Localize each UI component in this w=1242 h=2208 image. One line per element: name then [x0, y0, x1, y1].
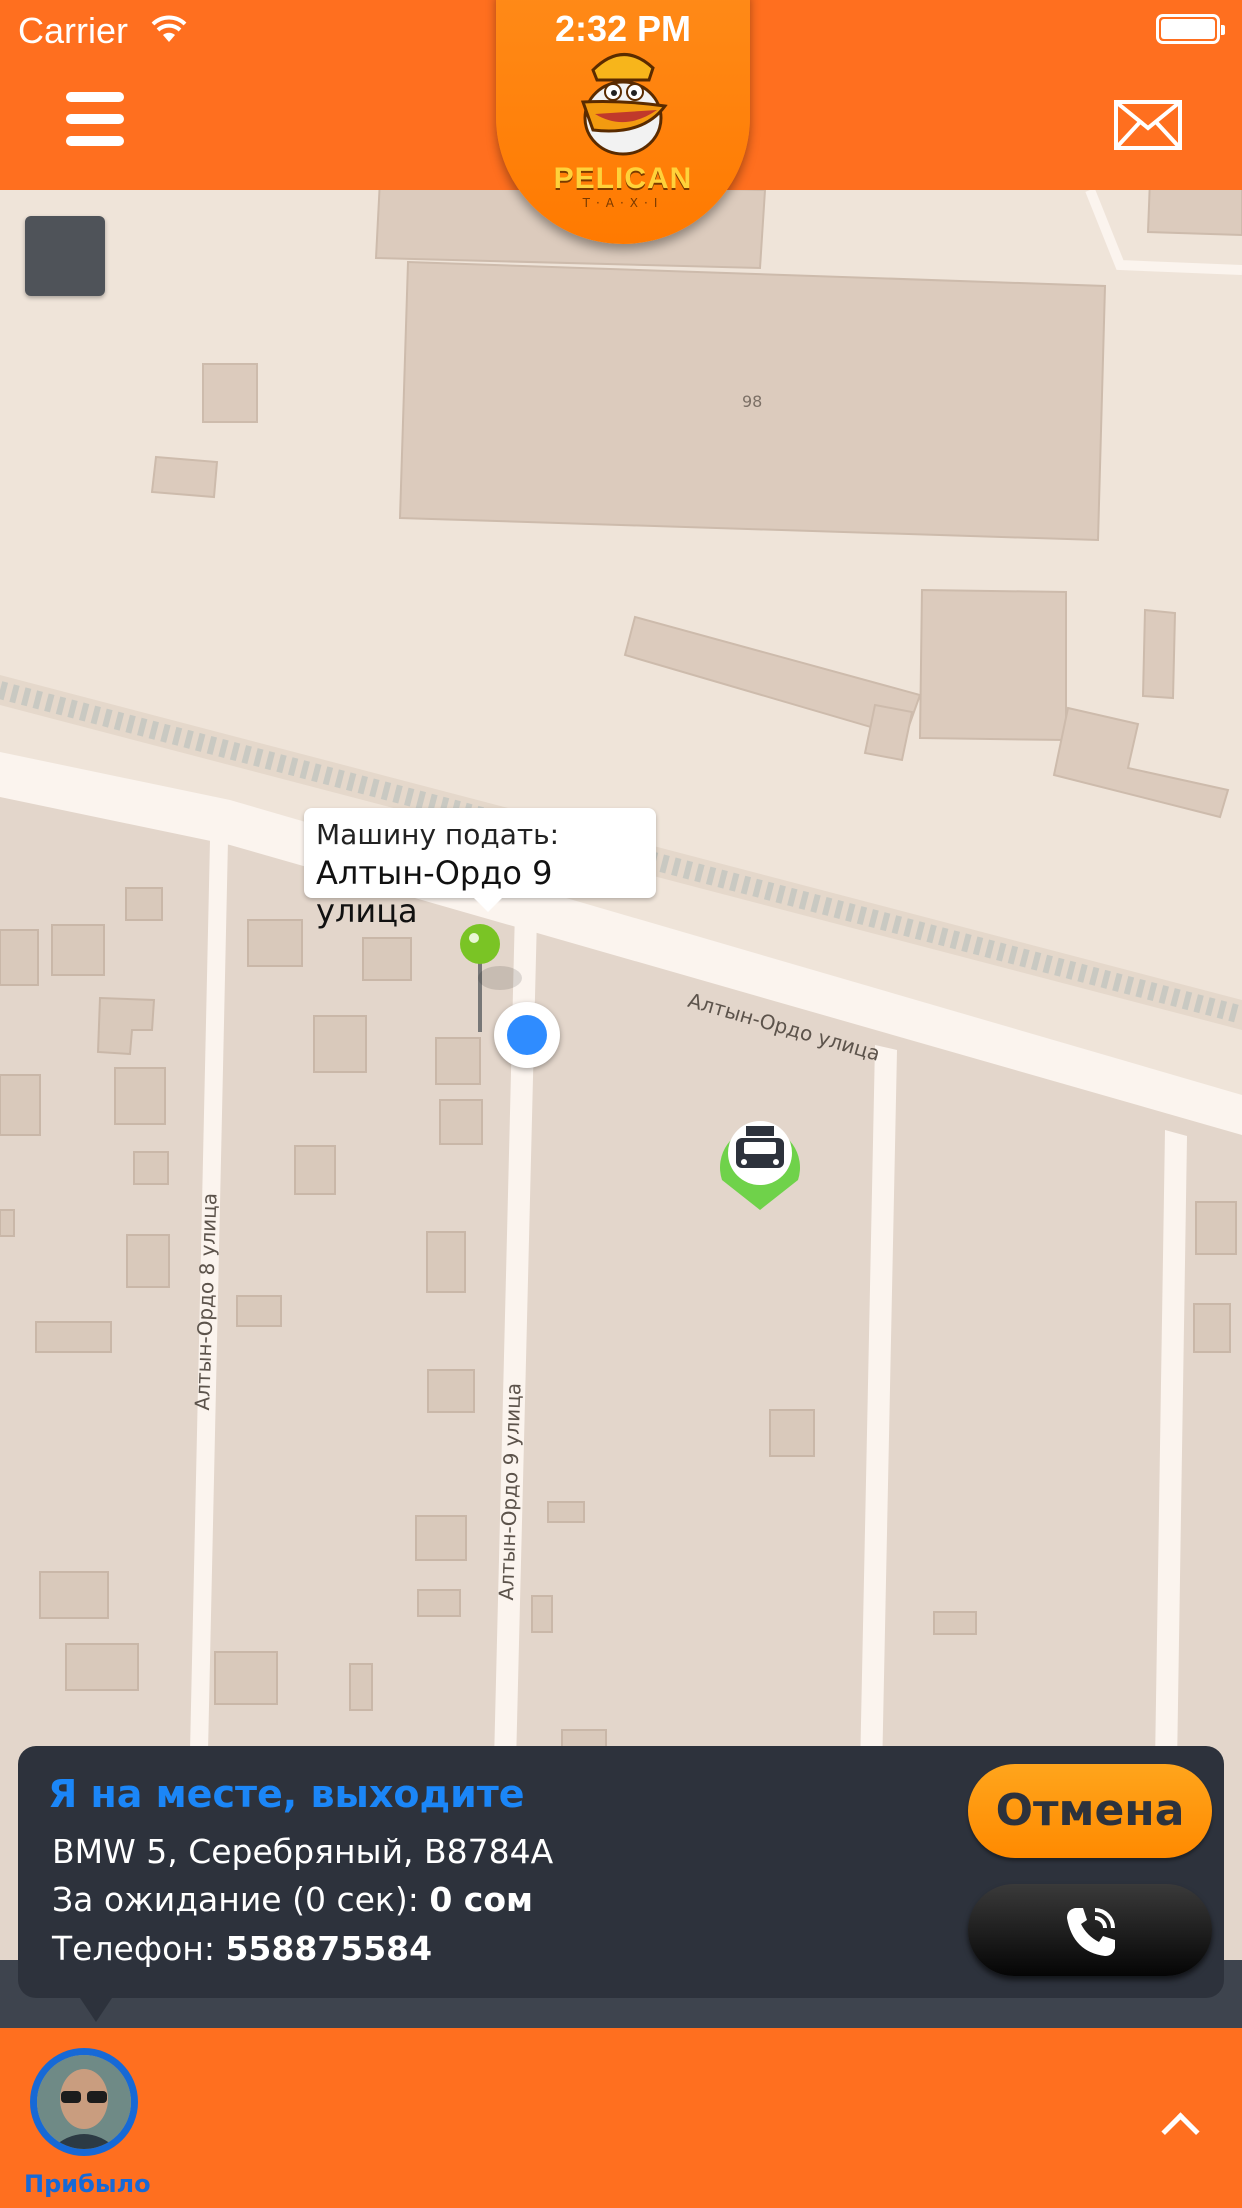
driver-status-label: Прибыло	[24, 2170, 151, 2198]
battery-icon	[1156, 14, 1225, 44]
call-driver-button[interactable]	[968, 1884, 1212, 1976]
menu-button[interactable]	[66, 92, 124, 148]
driver-photo	[37, 2055, 131, 2149]
logo-badge: 2:32 PM PELICAN T·A·X·I	[496, 0, 750, 244]
user-location-dot	[494, 1002, 560, 1068]
phone-icon	[1067, 1908, 1115, 1956]
chevron-up-icon[interactable]	[1161, 2112, 1200, 2151]
phone-info: Телефон: 558875584	[52, 1929, 433, 1968]
wait-info: За ожидание (0 сек): 0 сом	[52, 1880, 533, 1919]
driver-avatar[interactable]	[30, 2048, 138, 2156]
bottom-bar: Прибыло	[0, 2028, 1242, 2208]
phone-value: 558875584	[225, 1929, 433, 1968]
ride-status-panel: Я на месте, выходите BMW 5, Серебряный, …	[18, 1746, 1224, 2022]
car-info: BMW 5, Серебряный, B8784A	[52, 1832, 554, 1871]
pelican-logo-icon	[580, 53, 668, 156]
wait-value: 0 сом	[429, 1880, 533, 1919]
brand-subtitle: T·A·X·I	[582, 196, 664, 210]
brand-name: PELICAN	[553, 162, 693, 195]
callout-title: Машину подать:	[316, 818, 560, 851]
building-number: 98	[742, 392, 763, 411]
callout-address: Алтын-Ордо 9 улица	[316, 854, 553, 930]
pickup-callout[interactable]: Машину подать: Алтын-Ордо 9 улица	[304, 808, 656, 930]
wifi-icon	[151, 15, 187, 42]
carrier-label: Carrier	[18, 10, 129, 51]
pin-icon	[460, 924, 500, 964]
locate-button[interactable]	[25, 216, 105, 296]
mail-icon[interactable]	[1114, 100, 1182, 150]
cancel-button[interactable]: Отмена	[968, 1764, 1212, 1858]
menu-icon	[66, 92, 124, 102]
ride-status-title: Я на месте, выходите	[48, 1772, 525, 1816]
